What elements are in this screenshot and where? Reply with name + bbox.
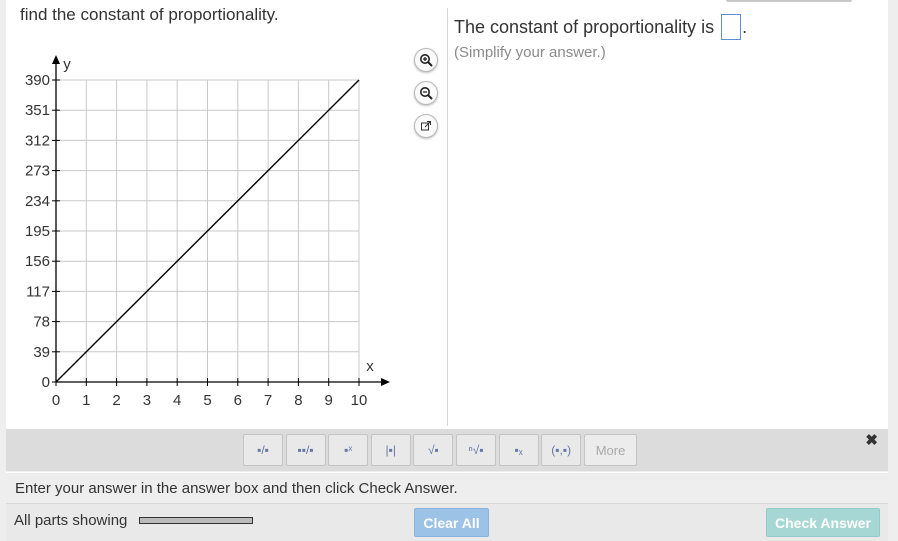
- x-tick-label: 10: [351, 392, 368, 409]
- instruction-text: Enter your answer in the answer box and …: [15, 480, 458, 497]
- answer-hint: (Simplify your answer.): [454, 44, 606, 61]
- absolute-value-template-button[interactable]: |▪|: [370, 434, 411, 466]
- subscript-template-button[interactable]: ▪ₓ: [498, 434, 539, 466]
- x-axis-label: x: [366, 358, 374, 375]
- x-tick-label: 8: [294, 392, 302, 409]
- parts-progress-fill: [140, 518, 252, 523]
- graph-labels: 0 1 2 3 4 5 6 7 8 9 100397811715619523427331235139…: [25, 56, 374, 409]
- zoom-out-icon: [420, 87, 433, 100]
- x-tick-label: 9: [325, 392, 333, 409]
- check-answer-button[interactable]: Check Answer: [766, 508, 880, 537]
- answer-prefix: The constant of proportionality is: [454, 16, 715, 37]
- y-tick-label: 390: [25, 72, 50, 89]
- answer-input-box[interactable]: [721, 14, 742, 40]
- y-tick-label: 156: [25, 253, 50, 270]
- x-tick-label: 6: [234, 392, 242, 409]
- nth-root-template-button[interactable]: ⁿ√▪: [456, 434, 496, 466]
- y-tick-label: 78: [33, 314, 50, 331]
- square-root-template-button[interactable]: √▪: [413, 434, 454, 466]
- x-tick-label: 7: [264, 392, 272, 409]
- y-tick-label: 273: [25, 163, 50, 180]
- y-tick-label: 234: [25, 193, 50, 210]
- y-tick-label: 195: [25, 223, 50, 240]
- y-axis-arrow: [52, 55, 60, 64]
- panel-divider: [447, 8, 448, 426]
- x-tick-label: 1: [82, 392, 90, 409]
- x-tick-label: 3: [143, 392, 151, 409]
- x-tick-label: 4: [173, 392, 181, 409]
- y-tick-label: 39: [33, 344, 50, 361]
- popout-graph-button[interactable]: [414, 114, 438, 138]
- ordered-pair-template-button[interactable]: (▪,▪): [541, 434, 582, 466]
- x-tick-label: 0: [52, 392, 60, 409]
- x-axis-arrow: [381, 378, 390, 386]
- instruction-bar: Enter your answer in the answer box and …: [6, 472, 888, 503]
- mixed-number-template-button[interactable]: ▪▪/▪: [285, 434, 326, 466]
- y-axis-label: y: [63, 56, 71, 73]
- zoom-in-button[interactable]: [414, 48, 438, 72]
- parts-showing-label: All parts showing: [14, 512, 128, 529]
- top-tab[interactable]: [726, 0, 852, 2]
- exponent-template-button[interactable]: ▪ˣ: [328, 434, 369, 466]
- question-panel: find the constant of proportionality. 01…: [6, 0, 888, 429]
- parts-progress-bar: [139, 517, 253, 524]
- y-tick-label: 312: [25, 132, 50, 149]
- y-tick-label: 351: [25, 102, 50, 119]
- zoom-out-button[interactable]: [414, 81, 438, 105]
- external-link-icon: [421, 121, 431, 131]
- answer-statement: The constant of proportionality is .: [454, 14, 747, 40]
- clear-all-button[interactable]: Clear All: [414, 508, 489, 537]
- status-bar: All parts showing Clear All Check Answer: [6, 503, 888, 541]
- more-templates-button[interactable]: More: [584, 434, 637, 466]
- close-toolbar-icon[interactable]: ✖: [865, 431, 878, 449]
- answer-suffix: .: [742, 16, 748, 37]
- y-tick-label: 117: [26, 283, 50, 300]
- zoom-in-icon: [420, 54, 433, 67]
- proportionality-graph: 0 1 2 3 4 5 6 7 8 9 100397811715619523427331235139…: [25, 55, 390, 409]
- math-template-toolbar: ▪/▪ ▪▪/▪ ▪ˣ |▪| √▪ ⁿ√▪ ▪ₓ (▪,▪) More ✖: [6, 429, 888, 471]
- fraction-template-button[interactable]: ▪/▪: [243, 434, 283, 466]
- x-tick-label: 5: [203, 392, 211, 409]
- x-tick-label: 2: [112, 392, 120, 409]
- y-tick-label: 0: [42, 374, 50, 391]
